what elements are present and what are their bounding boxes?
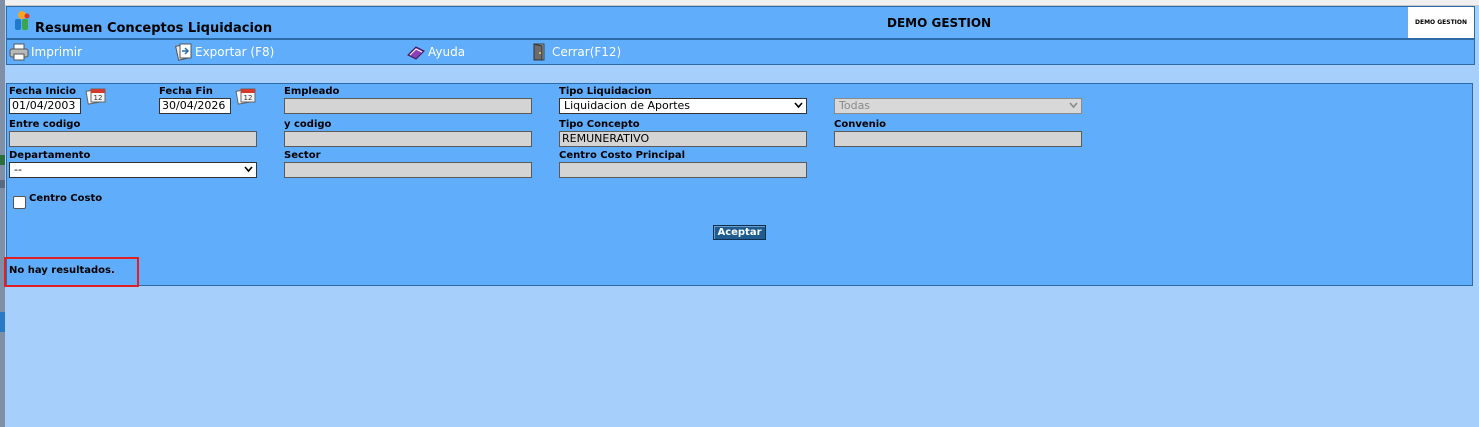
close-button[interactable]: Cerrar(F12): [530, 43, 635, 61]
door-icon: [533, 43, 545, 61]
export-button[interactable]: Exportar (F8): [173, 43, 293, 61]
tipo-liquidacion-value: Liquidacion de Aportes: [564, 99, 691, 112]
page-title: Resumen Conceptos Liquidacion: [35, 21, 273, 36]
help-book-icon: [407, 46, 425, 60]
printer-icon: [9, 43, 29, 61]
title-bar: Resumen Conceptos Liquidacion DEMO GESTI…: [6, 6, 1475, 39]
departamento-label: Departamento: [9, 150, 91, 161]
svg-text:12: 12: [94, 94, 103, 102]
centro-costo-checkbox-label: Centro Costo: [29, 193, 103, 204]
centro-costo-checkbox[interactable]: [13, 196, 26, 209]
export-icon: [175, 43, 192, 61]
sector-label: Sector: [284, 150, 321, 161]
entre-codigo-input[interactable]: [9, 131, 257, 147]
sector-input[interactable]: [284, 162, 532, 178]
convenio-input[interactable]: [834, 131, 1082, 147]
close-label: Cerrar(F12): [552, 45, 622, 59]
fecha-inicio-input[interactable]: 01/04/2003: [9, 98, 81, 114]
export-label: Exportar (F8): [195, 45, 275, 59]
tipo-liquidacion-select[interactable]: Liquidacion de Aportes: [559, 98, 807, 114]
chevron-down-icon: [1069, 102, 1078, 109]
entre-codigo-label: Entre codigo: [9, 119, 81, 130]
tipo-concepto-label: Tipo Concepto: [559, 119, 640, 130]
calendar-icon[interactable]: 12: [235, 86, 257, 106]
fecha-fin-input[interactable]: 30/04/2026: [159, 98, 231, 114]
print-button[interactable]: Imprimir: [9, 43, 94, 61]
fecha-inicio-label: Fecha Inicio: [9, 86, 76, 97]
centro-costo-principal-label: Centro Costo Principal: [559, 150, 686, 161]
fecha-fin-label: Fecha Fin: [159, 86, 213, 97]
app-logo-icon: [15, 11, 30, 30]
help-label: Ayuda: [428, 45, 466, 59]
calendar-icon[interactable]: 12: [85, 86, 107, 106]
empleado-input[interactable]: [284, 98, 532, 114]
toolbar: Imprimir Exportar (F8) Ayuda Cerrar(F12): [6, 39, 1475, 65]
departamento-value: --: [14, 163, 22, 176]
accept-button[interactable]: Aceptar: [713, 225, 766, 240]
print-label: Imprimir: [31, 45, 83, 59]
centro-costo-principal-input[interactable]: [559, 162, 807, 178]
svg-text:12: 12: [244, 94, 253, 102]
filter-panel: Fecha Inicio 01/04/2003 12 Fecha Fin 30/…: [6, 83, 1473, 286]
highlight-box: [4, 257, 139, 287]
departamento-select[interactable]: --: [9, 162, 257, 178]
convenio-label: Convenio: [834, 119, 887, 130]
todas-select: Todas: [834, 98, 1082, 114]
y-codigo-input[interactable]: [284, 131, 532, 147]
help-button[interactable]: Ayuda: [406, 43, 476, 61]
chevron-down-icon: [244, 166, 253, 173]
tipo-liquidacion-label: Tipo Liquidacion: [559, 86, 652, 97]
company-name: DEMO GESTION: [887, 16, 992, 30]
left-window-edge: [0, 0, 5, 427]
brand-logo: DEMO GESTION: [1408, 7, 1474, 38]
tipo-concepto-input[interactable]: REMUNERATIVO: [559, 131, 807, 147]
empleado-label: Empleado: [284, 86, 340, 97]
y-codigo-label: y codigo: [284, 119, 332, 130]
chevron-down-icon: [794, 102, 803, 109]
todas-value: Todas: [839, 99, 871, 112]
